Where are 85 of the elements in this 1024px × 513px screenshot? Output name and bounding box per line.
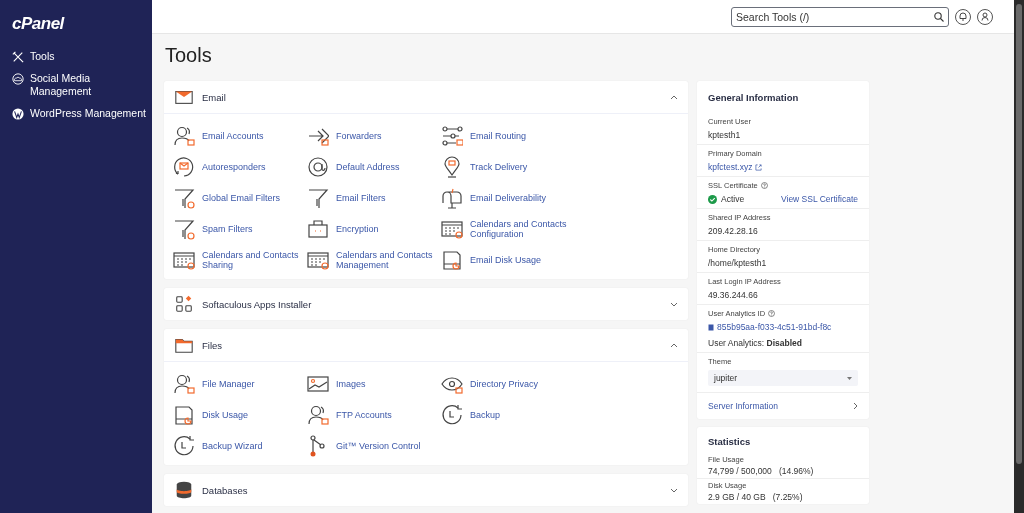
help-icon[interactable]	[760, 182, 768, 189]
tool-link[interactable]: Encryption	[336, 223, 436, 234]
notifications-button[interactable]	[955, 8, 971, 25]
tool-link[interactable]: Forwarders	[336, 130, 436, 141]
sidebar-item[interactable]: WordPress Management	[12, 107, 152, 120]
tool-link[interactable]: Global Email Filters	[202, 192, 302, 203]
card-title: Statistics	[707, 435, 752, 449]
section-header[interactable]: Email	[164, 81, 688, 113]
section-header[interactable]: Databases	[164, 474, 688, 506]
tool-link[interactable]: Disk Usage	[202, 409, 302, 420]
chevron-up-icon	[670, 341, 678, 349]
field-value: /home/kptesth1	[708, 258, 768, 268]
person-icon	[307, 403, 329, 426]
theme-select[interactable]: jupiter	[708, 370, 858, 386]
tool-link[interactable]: Backup	[470, 409, 570, 420]
chevron-down-icon	[670, 486, 678, 494]
search-input[interactable]: Search Tools (/)	[736, 10, 934, 23]
map-pin-icon	[441, 155, 463, 178]
search-icon	[934, 11, 944, 22]
tool-link[interactable]: Email Disk Usage	[470, 254, 570, 265]
clock-icon	[173, 434, 195, 457]
cloud-icon	[12, 73, 24, 85]
person-icon	[173, 124, 195, 147]
tools-icon	[12, 51, 24, 63]
analytics-status: User Analytics: Disabled	[708, 338, 803, 348]
help-icon[interactable]	[768, 310, 776, 317]
user-button[interactable]	[977, 8, 993, 25]
tool-link[interactable]: Spam Filters	[202, 223, 302, 234]
tool-link[interactable]: Email Deliverability	[470, 192, 570, 203]
chevron-down-icon	[670, 300, 678, 308]
tool-link[interactable]: Backup Wizard	[202, 440, 302, 451]
field-value: 209.42.28.16	[708, 226, 759, 236]
server-information-link[interactable]: Server Information	[697, 393, 869, 419]
view-certificate-link[interactable]: View SSL Certificate	[781, 194, 858, 204]
card-title: General Information	[707, 91, 800, 105]
scrollbar-thumb[interactable]	[1016, 4, 1022, 464]
chevron-up-icon	[670, 93, 678, 101]
tool-link[interactable]: FTP Accounts	[336, 409, 436, 420]
tool-link[interactable]: Images	[336, 378, 436, 389]
tool-link[interactable]: Email Routing	[470, 130, 570, 141]
wordpress-icon	[12, 108, 24, 120]
drive-icon	[173, 403, 195, 426]
person-icon	[173, 372, 195, 395]
section-header[interactable]: Softaculous Apps Installer	[164, 288, 688, 320]
bell-icon	[959, 12, 967, 21]
scrollbar[interactable]	[1014, 0, 1024, 513]
tool-link[interactable]: Email Accounts	[202, 130, 302, 141]
tool-link[interactable]: Directory Privacy	[470, 378, 570, 389]
briefcase-icon	[307, 217, 329, 240]
tool-link[interactable]: Email Filters	[336, 192, 436, 203]
field-value: 49.36.244.66	[708, 290, 759, 300]
tool-link[interactable]: Autoresponders	[202, 161, 302, 172]
clock-icon	[441, 403, 463, 426]
tool-link[interactable]: Calendars and Contacts Sharing	[202, 249, 302, 270]
user-icon	[981, 12, 989, 21]
mailbox-icon	[441, 186, 463, 209]
field-value: 2.9 GB / 40 GB (7.25%)	[708, 492, 804, 502]
database-icon	[174, 480, 194, 500]
check-circle-icon	[708, 194, 717, 204]
domain-link[interactable]: kpfctest.xyz	[708, 162, 753, 172]
section-header[interactable]: Files	[164, 329, 688, 361]
tool-link[interactable]: Default Address	[336, 161, 436, 172]
apps-icon	[174, 294, 194, 314]
tool-link[interactable]: Calendars and Contacts Configuration	[470, 218, 570, 239]
tool-link[interactable]: File Manager	[202, 378, 302, 389]
field-value: 74,799 / 500,000 (14.96%)	[708, 466, 815, 476]
logo: cPanel	[12, 14, 64, 34]
drive-icon	[441, 248, 463, 271]
external-link-icon	[755, 163, 763, 171]
dropdown-arrow-icon	[847, 376, 852, 380]
copy-icon[interactable]	[708, 323, 714, 331]
status-text: Active	[721, 194, 745, 204]
sidebar-item[interactable]: Tools	[12, 50, 152, 63]
sidebar-item[interactable]: Social Media Management	[12, 72, 152, 98]
analytics-id: 855b95aa-f033-4c51-91bd-f8c	[717, 322, 832, 332]
tool-link[interactable]: Calendars and Contacts Management	[336, 249, 436, 270]
envelope-icon	[173, 155, 195, 178]
chevron-right-icon	[853, 402, 858, 410]
tool-link[interactable]: Git™ Version Control	[336, 440, 436, 451]
field-value: kptesth1	[708, 130, 742, 140]
nodes-icon	[441, 124, 463, 147]
tool-link[interactable]: Track Delivery	[470, 161, 570, 172]
at-sign-icon	[307, 155, 329, 178]
search-field[interactable]: Search Tools (/)	[731, 6, 949, 27]
page-title: Tools	[165, 44, 213, 67]
